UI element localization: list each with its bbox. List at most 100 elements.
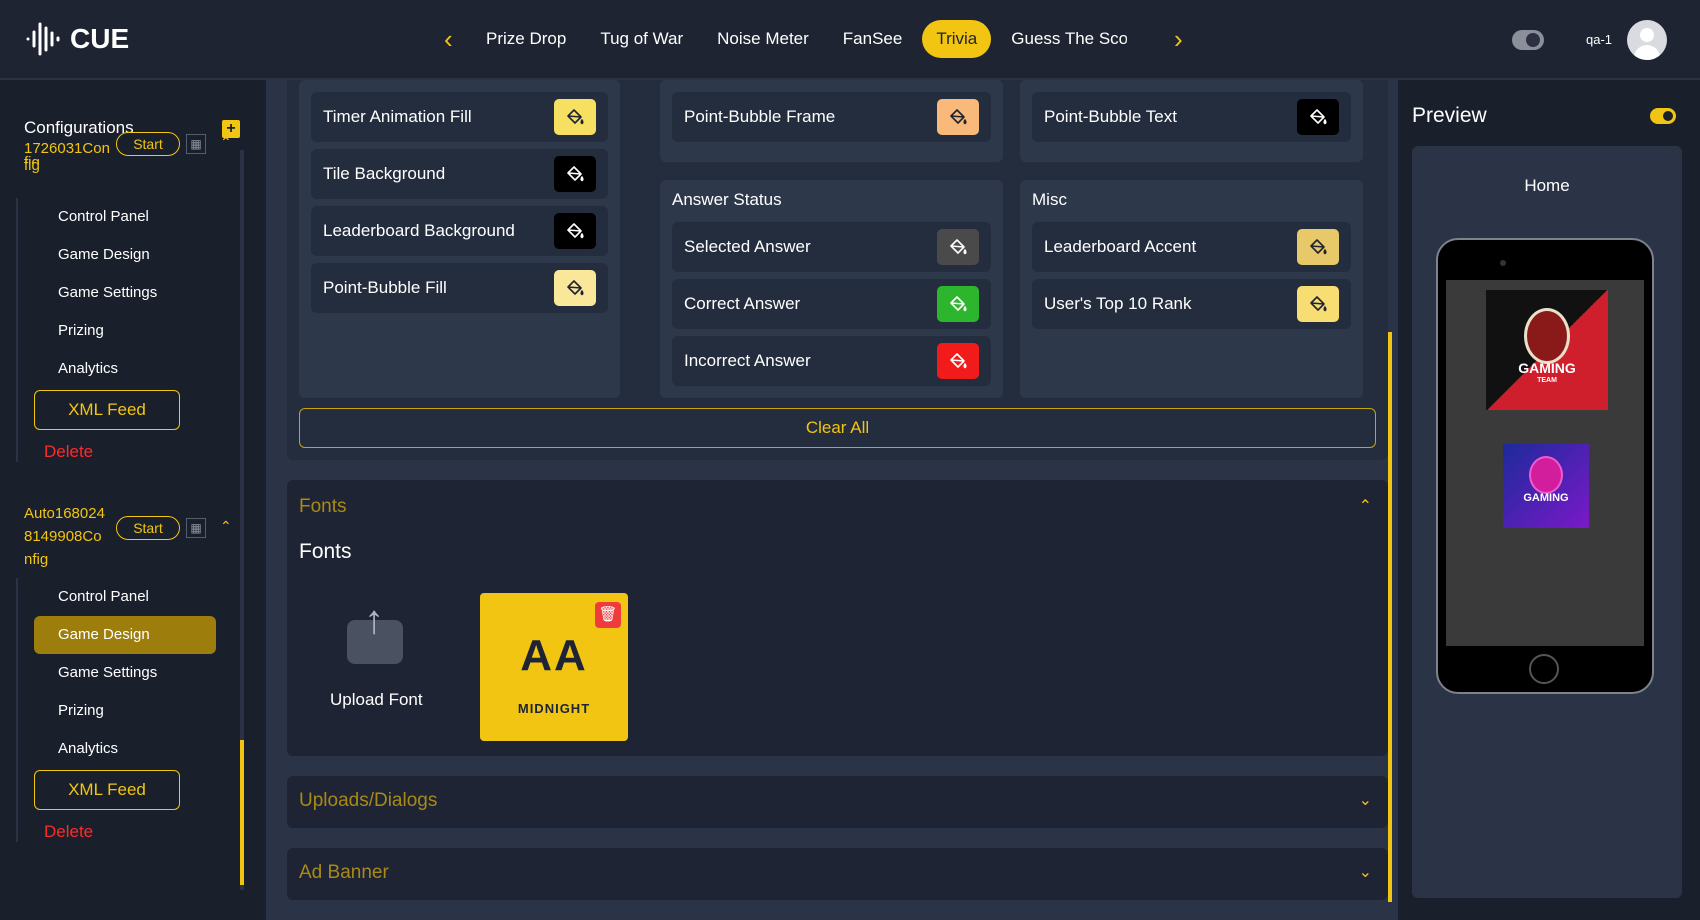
color-label: Correct Answer (684, 294, 801, 313)
color-setting-row[interactable]: Point-Bubble Frame (672, 92, 991, 142)
fonts-section: Fonts ⌃ Fonts ↑ Upload Font AA MIDNIGHT … (287, 480, 1388, 756)
color-setting-row[interactable]: Tile Background (311, 149, 608, 199)
group-title: Misc (1032, 190, 1067, 209)
fonts-title: Fonts (299, 540, 352, 563)
sidebar-scroll-thumb[interactable] (240, 740, 244, 885)
tab-prize-drop[interactable]: Prize Drop (472, 20, 580, 58)
color-label: Incorrect Answer (684, 351, 811, 370)
start-button[interactable]: Start (116, 516, 180, 540)
menu-game-settings[interactable]: Game Settings (34, 654, 216, 692)
font-name: MIDNIGHT (517, 701, 591, 716)
avatar[interactable] (1627, 20, 1667, 60)
clear-all-button[interactable]: Clear All (299, 408, 1376, 448)
color-setting-row[interactable]: User's Top 10 Rank (1032, 279, 1351, 329)
start-button[interactable]: Start (116, 132, 180, 156)
color-setting-row[interactable]: Leaderboard Background (311, 206, 608, 256)
cue-logo-icon (26, 22, 60, 56)
color-setting-row[interactable]: Point-Bubble Fill (311, 263, 608, 313)
tab-tug-of-war[interactable]: Tug of War (586, 20, 697, 58)
config-menu: Control Panel Game Design Game Settings … (16, 578, 216, 842)
color-label: Point-Bubble Text (1044, 107, 1177, 126)
color-setting-row[interactable]: Correct Answer (672, 279, 991, 329)
color-setting-row[interactable]: Point-Bubble Text (1032, 92, 1351, 142)
chevron-up-icon[interactable]: ⌃ (220, 518, 232, 535)
section-header: Uploads/Dialogs (299, 790, 438, 811)
color-setting-row[interactable]: Timer Animation Fill (311, 92, 608, 142)
color-swatch[interactable] (1297, 286, 1339, 322)
phone-screen: GAMING TEAM GAMING (1446, 280, 1644, 646)
menu-game-design[interactable]: Game Design (34, 236, 216, 274)
color-setting-row[interactable]: Incorrect Answer (672, 336, 991, 386)
delete-link[interactable]: Delete (44, 442, 216, 462)
color-label: User's Top 10 Rank (1044, 294, 1192, 313)
qr-code-icon[interactable]: ▦ (186, 134, 206, 154)
color-swatch[interactable] (554, 156, 596, 192)
menu-prizing[interactable]: Prizing (34, 312, 216, 350)
config-name-tail: fig (24, 157, 40, 174)
logo-text: GAMING (1518, 360, 1576, 376)
theme-toggle[interactable] (1512, 30, 1544, 50)
color-swatch[interactable] (1297, 99, 1339, 135)
colors-panel: Timer Animation Fill Tile Background Lea… (287, 80, 1388, 460)
color-column: Point-Bubble Frame (660, 80, 1003, 162)
section-header[interactable]: Fonts (299, 496, 347, 518)
paint-bucket-icon (567, 223, 584, 239)
color-label: Timer Animation Fill (323, 107, 472, 126)
uploads-dialogs-section[interactable]: Uploads/Dialogs ⌄ (287, 776, 1388, 828)
paint-bucket-icon (950, 239, 967, 255)
font-card[interactable]: AA MIDNIGHT 🗑 (480, 593, 628, 741)
color-swatch[interactable] (1297, 229, 1339, 265)
preview-screen-title[interactable]: Home (1412, 176, 1682, 196)
config-name-line: Auto168024 (24, 505, 105, 522)
color-swatch[interactable] (554, 99, 596, 135)
menu-prizing[interactable]: Prizing (34, 692, 216, 730)
config-name[interactable]: Auto168024 8149908Co nfig (24, 502, 110, 571)
tab-trivia[interactable]: Trivia (922, 20, 992, 58)
app-logo[interactable]: CUE (24, 20, 129, 58)
color-setting-row[interactable]: Leaderboard Accent (1032, 222, 1351, 272)
main-scroll-thumb[interactable] (1388, 332, 1392, 902)
chevron-down-icon[interactable]: ⌄ (1359, 862, 1372, 882)
chevron-up-icon[interactable]: ⌃ (1359, 496, 1372, 516)
upload-font-button[interactable]: Upload Font (330, 690, 423, 710)
tab-guess-the-score[interactable]: Guess The Sco (997, 20, 1127, 58)
paint-bucket-icon (950, 353, 967, 369)
paint-bucket-icon (950, 109, 967, 125)
menu-control-panel[interactable]: Control Panel (34, 578, 216, 616)
config-item: Auto168024 8149908Co nfig Start ▦ ⌃ (24, 502, 240, 571)
color-swatch[interactable] (937, 229, 979, 265)
xml-feed-button[interactable]: XML Feed (34, 390, 180, 430)
paint-bucket-icon (1310, 239, 1327, 255)
preview-title: Preview (1412, 104, 1487, 127)
chevron-up-icon[interactable]: ⌃ (220, 134, 232, 151)
trash-icon[interactable]: 🗑 (595, 602, 621, 628)
color-column: Timer Animation Fill Tile Background Lea… (299, 80, 620, 398)
menu-analytics[interactable]: Analytics (34, 350, 216, 388)
tab-noise-meter[interactable]: Noise Meter (703, 20, 823, 58)
tabs-next-icon[interactable]: › (1174, 24, 1183, 55)
upload-arrow-icon: ↑ (364, 598, 384, 642)
tabs-prev-icon[interactable]: ‹ (444, 24, 453, 55)
color-label: Selected Answer (684, 237, 811, 256)
menu-analytics[interactable]: Analytics (34, 730, 216, 768)
color-swatch[interactable] (937, 286, 979, 322)
color-swatch[interactable] (554, 270, 596, 306)
logo-subtext: TEAM (1537, 377, 1557, 384)
tab-fansee[interactable]: FanSee (829, 20, 917, 58)
ad-banner-section[interactable]: Ad Banner ⌄ (287, 848, 1388, 900)
phone-camera (1500, 260, 1506, 266)
color-swatch[interactable] (937, 99, 979, 135)
preview-toggle[interactable] (1650, 108, 1676, 124)
xml-feed-button[interactable]: XML Feed (34, 770, 180, 810)
menu-control-panel[interactable]: Control Panel (34, 198, 216, 236)
sponsor-logo-image: GAMING (1503, 444, 1589, 528)
chevron-down-icon[interactable]: ⌄ (1359, 790, 1372, 810)
color-setting-row[interactable]: Selected Answer (672, 222, 991, 272)
color-swatch[interactable] (554, 213, 596, 249)
logo-text: GAMING (1523, 492, 1569, 504)
color-swatch[interactable] (937, 343, 979, 379)
menu-game-settings[interactable]: Game Settings (34, 274, 216, 312)
qr-code-icon[interactable]: ▦ (186, 518, 206, 538)
menu-game-design[interactable]: Game Design (34, 616, 216, 654)
delete-link[interactable]: Delete (44, 822, 216, 842)
